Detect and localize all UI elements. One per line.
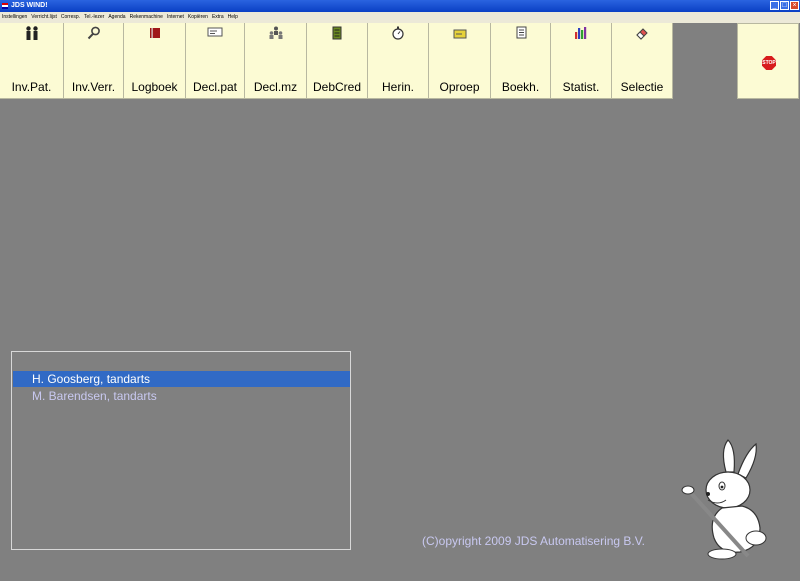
stop-sign-icon: STOP xyxy=(762,56,776,70)
button-label: Herin. xyxy=(381,80,414,94)
main-toolbar: Inv.Pat. Inv.Verr. Logboek Decl.pat Decl… xyxy=(0,23,673,99)
logboek-button[interactable]: Logboek xyxy=(124,23,186,99)
copyright-text: (C)opyright 2009 JDS Automatisering B.V. xyxy=(422,534,646,548)
inv-verr-button[interactable]: Inv.Verr. xyxy=(64,23,124,99)
app-flag-icon xyxy=(2,3,8,9)
people-icon xyxy=(24,26,40,43)
group-icon xyxy=(268,26,284,43)
title-bar: JDS WIND! _ □ × xyxy=(0,0,800,12)
book-icon xyxy=(148,26,162,43)
card-icon xyxy=(207,26,223,41)
menu-verricht-lijst[interactable]: Verricht.lijst xyxy=(29,12,59,23)
button-label: Statist. xyxy=(562,80,600,94)
menu-corresp[interactable]: Corresp. xyxy=(59,12,82,23)
menu-help[interactable]: Help xyxy=(226,12,240,23)
window-title: JDS WIND! xyxy=(11,2,48,9)
menu-bar: Instellingen Verricht.lijst Corresp. Tel… xyxy=(0,12,800,23)
eraser-icon xyxy=(635,26,649,43)
menu-extra[interactable]: Extra xyxy=(210,12,226,23)
stop-button[interactable]: STOP xyxy=(737,23,799,99)
magnifier-icon xyxy=(87,26,101,43)
menu-agenda[interactable]: Agenda xyxy=(106,12,127,23)
oproep-button[interactable]: Oproep xyxy=(429,23,491,99)
selectie-button[interactable]: Selectie xyxy=(612,23,673,99)
statist-button[interactable]: Statist. xyxy=(551,23,612,99)
envelope-icon xyxy=(453,26,467,43)
minimize-button[interactable]: _ xyxy=(770,1,779,10)
menu-rekenmachine[interactable]: Rekenmachine xyxy=(128,12,165,23)
button-label: DebCred xyxy=(312,80,362,94)
herin-button[interactable]: Herin. xyxy=(368,23,429,99)
boekh-button[interactable]: Boekh. xyxy=(491,23,551,99)
inv-pat-button[interactable]: Inv.Pat. xyxy=(0,23,64,99)
button-label: Oproep xyxy=(439,80,480,94)
button-label: Selectie xyxy=(620,80,664,94)
user-list: H. Goosberg, tandarts M. Barendsen, tand… xyxy=(11,351,351,550)
decl-pat-button[interactable]: Decl.pat xyxy=(186,23,245,99)
button-label: Inv.Pat. xyxy=(11,80,52,94)
stopwatch-icon xyxy=(391,26,405,43)
user-item-goosberg[interactable]: H. Goosberg, tandarts xyxy=(13,371,350,387)
bar-chart-icon xyxy=(574,26,588,43)
button-label: Decl.mz xyxy=(253,80,298,94)
button-label: Logboek xyxy=(131,80,178,94)
button-label: Boekh. xyxy=(501,80,540,94)
menu-kopieren[interactable]: Kopiëren xyxy=(186,12,210,23)
menu-tel-lezer[interactable]: Tel.-lezer xyxy=(82,12,106,23)
debcred-button[interactable]: DebCred xyxy=(307,23,368,99)
button-label: Inv.Verr. xyxy=(71,80,116,94)
maximize-button[interactable]: □ xyxy=(780,1,789,10)
menu-internet[interactable]: Internet xyxy=(165,12,186,23)
ledger-icon xyxy=(331,26,343,43)
menu-instellingen[interactable]: Instellingen xyxy=(0,12,29,23)
rabbit-mascot-icon xyxy=(681,439,767,560)
close-button[interactable]: × xyxy=(790,1,799,10)
notepad-icon xyxy=(514,26,528,43)
window-controls: _ □ × xyxy=(770,1,799,10)
decl-mz-button[interactable]: Decl.mz xyxy=(245,23,307,99)
user-item-barendsen[interactable]: M. Barendsen, tandarts xyxy=(13,388,350,404)
button-label: Decl.pat xyxy=(192,80,238,94)
